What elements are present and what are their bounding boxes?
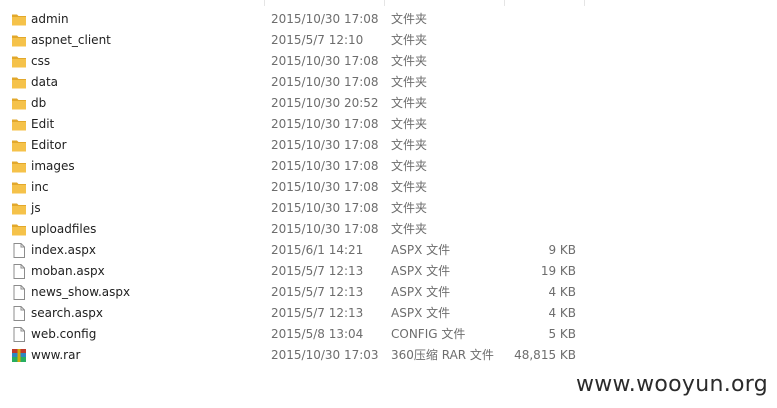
- file-row[interactable]: Editor 2015/10/30 17:08 文件夹: [0, 135, 777, 156]
- folder-icon: [11, 117, 27, 132]
- file-date-modified: 2015/6/1 14:21: [271, 243, 364, 257]
- file-date-modified: 2015/10/30 17:08: [271, 12, 379, 26]
- file-type: CONFIG 文件: [391, 327, 466, 341]
- file-list: admin 2015/10/30 17:08 文件夹 aspnet_client 201…: [0, 9, 777, 366]
- file-date-modified: 2015/5/7 12:10: [271, 33, 364, 47]
- file-type: ASPX 文件: [391, 243, 451, 257]
- folder-icon: [11, 222, 27, 237]
- file-type: 360压缩 RAR 文件: [391, 348, 494, 362]
- file-date-modified: 2015/10/30 17:08: [271, 201, 379, 215]
- file-type: 文件夹: [391, 75, 428, 89]
- column-separator[interactable]: [264, 0, 265, 6]
- file-date-modified: 2015/10/30 17:03: [271, 348, 379, 362]
- folder-icon: [11, 54, 27, 69]
- file-row[interactable]: db 2015/10/30 20:52 文件夹: [0, 93, 777, 114]
- file-type: 文件夹: [391, 138, 428, 152]
- file-icon: [11, 327, 27, 342]
- file-icon: [11, 264, 27, 279]
- file-date-modified: 2015/10/30 17:08: [271, 54, 379, 68]
- folder-icon: [11, 138, 27, 153]
- file-size: 5 KB: [548, 327, 576, 341]
- folder-icon: [11, 96, 27, 111]
- file-name[interactable]: index.aspx: [31, 240, 96, 261]
- file-name[interactable]: Edit: [31, 114, 54, 135]
- folder-icon: [11, 33, 27, 48]
- file-row[interactable]: web.config 2015/5/8 13:04 CONFIG 文件 5 KB: [0, 324, 777, 345]
- file-size: 9 KB: [548, 243, 576, 257]
- file-date-modified: 2015/10/30 17:08: [271, 159, 379, 173]
- column-separator[interactable]: [584, 0, 585, 6]
- file-explorer-details-view: admin 2015/10/30 17:08 文件夹 aspnet_client 201…: [0, 0, 777, 408]
- file-row[interactable]: search.aspx 2015/5/7 12:13 ASPX 文件 4 KB: [0, 303, 777, 324]
- file-name[interactable]: images: [31, 156, 75, 177]
- file-name[interactable]: uploadfiles: [31, 219, 96, 240]
- file-row[interactable]: inc 2015/10/30 17:08 文件夹: [0, 177, 777, 198]
- file-size: 4 KB: [548, 306, 576, 320]
- file-date-modified: 2015/5/7 12:13: [271, 285, 364, 299]
- file-date-modified: 2015/10/30 17:08: [271, 75, 379, 89]
- file-name[interactable]: search.aspx: [31, 303, 103, 324]
- file-date-modified: 2015/10/30 17:08: [271, 117, 379, 131]
- file-size: 48,815 KB: [514, 348, 576, 362]
- file-name[interactable]: data: [31, 72, 58, 93]
- file-type: ASPX 文件: [391, 285, 451, 299]
- file-row[interactable]: aspnet_client 2015/5/7 12:10 文件夹: [0, 30, 777, 51]
- file-row[interactable]: www.rar 2015/10/30 17:03 360压缩 RAR 文件 48,81…: [0, 345, 777, 366]
- file-name[interactable]: inc: [31, 177, 49, 198]
- file-date-modified: 2015/5/7 12:13: [271, 264, 364, 278]
- file-size: 19 KB: [540, 264, 576, 278]
- file-date-modified: 2015/5/7 12:13: [271, 306, 364, 320]
- file-type: ASPX 文件: [391, 264, 451, 278]
- file-type: ASPX 文件: [391, 306, 451, 320]
- file-type: 文件夹: [391, 117, 428, 131]
- file-date-modified: 2015/10/30 17:08: [271, 180, 379, 194]
- file-row[interactable]: uploadfiles 2015/10/30 17:08 文件夹: [0, 219, 777, 240]
- folder-icon: [11, 75, 27, 90]
- folder-icon: [11, 12, 27, 27]
- file-row[interactable]: news_show.aspx 2015/5/7 12:13 ASPX 文件 4 KB: [0, 282, 777, 303]
- file-date-modified: 2015/10/30 17:08: [271, 138, 379, 152]
- file-row[interactable]: index.aspx 2015/6/1 14:21 ASPX 文件 9 KB: [0, 240, 777, 261]
- folder-icon: [11, 159, 27, 174]
- file-type: 文件夹: [391, 12, 428, 26]
- file-row[interactable]: admin 2015/10/30 17:08 文件夹: [0, 9, 777, 30]
- file-name[interactable]: aspnet_client: [31, 30, 111, 51]
- column-separator[interactable]: [384, 0, 385, 6]
- file-type: 文件夹: [391, 159, 428, 173]
- file-row[interactable]: images 2015/10/30 17:08 文件夹: [0, 156, 777, 177]
- rar-archive-icon: [11, 348, 27, 363]
- file-name[interactable]: web.config: [31, 324, 96, 345]
- file-size: 4 KB: [548, 285, 576, 299]
- file-type: 文件夹: [391, 222, 428, 236]
- file-type: 文件夹: [391, 180, 428, 194]
- file-row[interactable]: Edit 2015/10/30 17:08 文件夹: [0, 114, 777, 135]
- file-name[interactable]: news_show.aspx: [31, 282, 130, 303]
- file-type: 文件夹: [391, 33, 428, 47]
- file-name[interactable]: admin: [31, 9, 69, 30]
- file-icon: [11, 306, 27, 321]
- file-icon: [11, 243, 27, 258]
- column-separator[interactable]: [504, 0, 505, 6]
- file-name[interactable]: js: [31, 198, 41, 219]
- file-row[interactable]: js 2015/10/30 17:08 文件夹: [0, 198, 777, 219]
- watermark: www.wooyun.org: [575, 372, 768, 397]
- folder-icon: [11, 180, 27, 195]
- file-name[interactable]: www.rar: [31, 345, 80, 366]
- file-name[interactable]: css: [31, 51, 50, 72]
- file-type: 文件夹: [391, 54, 428, 68]
- file-date-modified: 2015/10/30 20:52: [271, 96, 379, 110]
- file-date-modified: 2015/10/30 17:08: [271, 222, 379, 236]
- file-type: 文件夹: [391, 201, 428, 215]
- file-name[interactable]: Editor: [31, 135, 67, 156]
- folder-icon: [11, 201, 27, 216]
- file-name[interactable]: db: [31, 93, 46, 114]
- file-name[interactable]: moban.aspx: [31, 261, 105, 282]
- file-row[interactable]: data 2015/10/30 17:08 文件夹: [0, 72, 777, 93]
- file-row[interactable]: css 2015/10/30 17:08 文件夹: [0, 51, 777, 72]
- file-icon: [11, 285, 27, 300]
- file-type: 文件夹: [391, 96, 428, 110]
- file-row[interactable]: moban.aspx 2015/5/7 12:13 ASPX 文件 19 KB: [0, 261, 777, 282]
- file-date-modified: 2015/5/8 13:04: [271, 327, 364, 341]
